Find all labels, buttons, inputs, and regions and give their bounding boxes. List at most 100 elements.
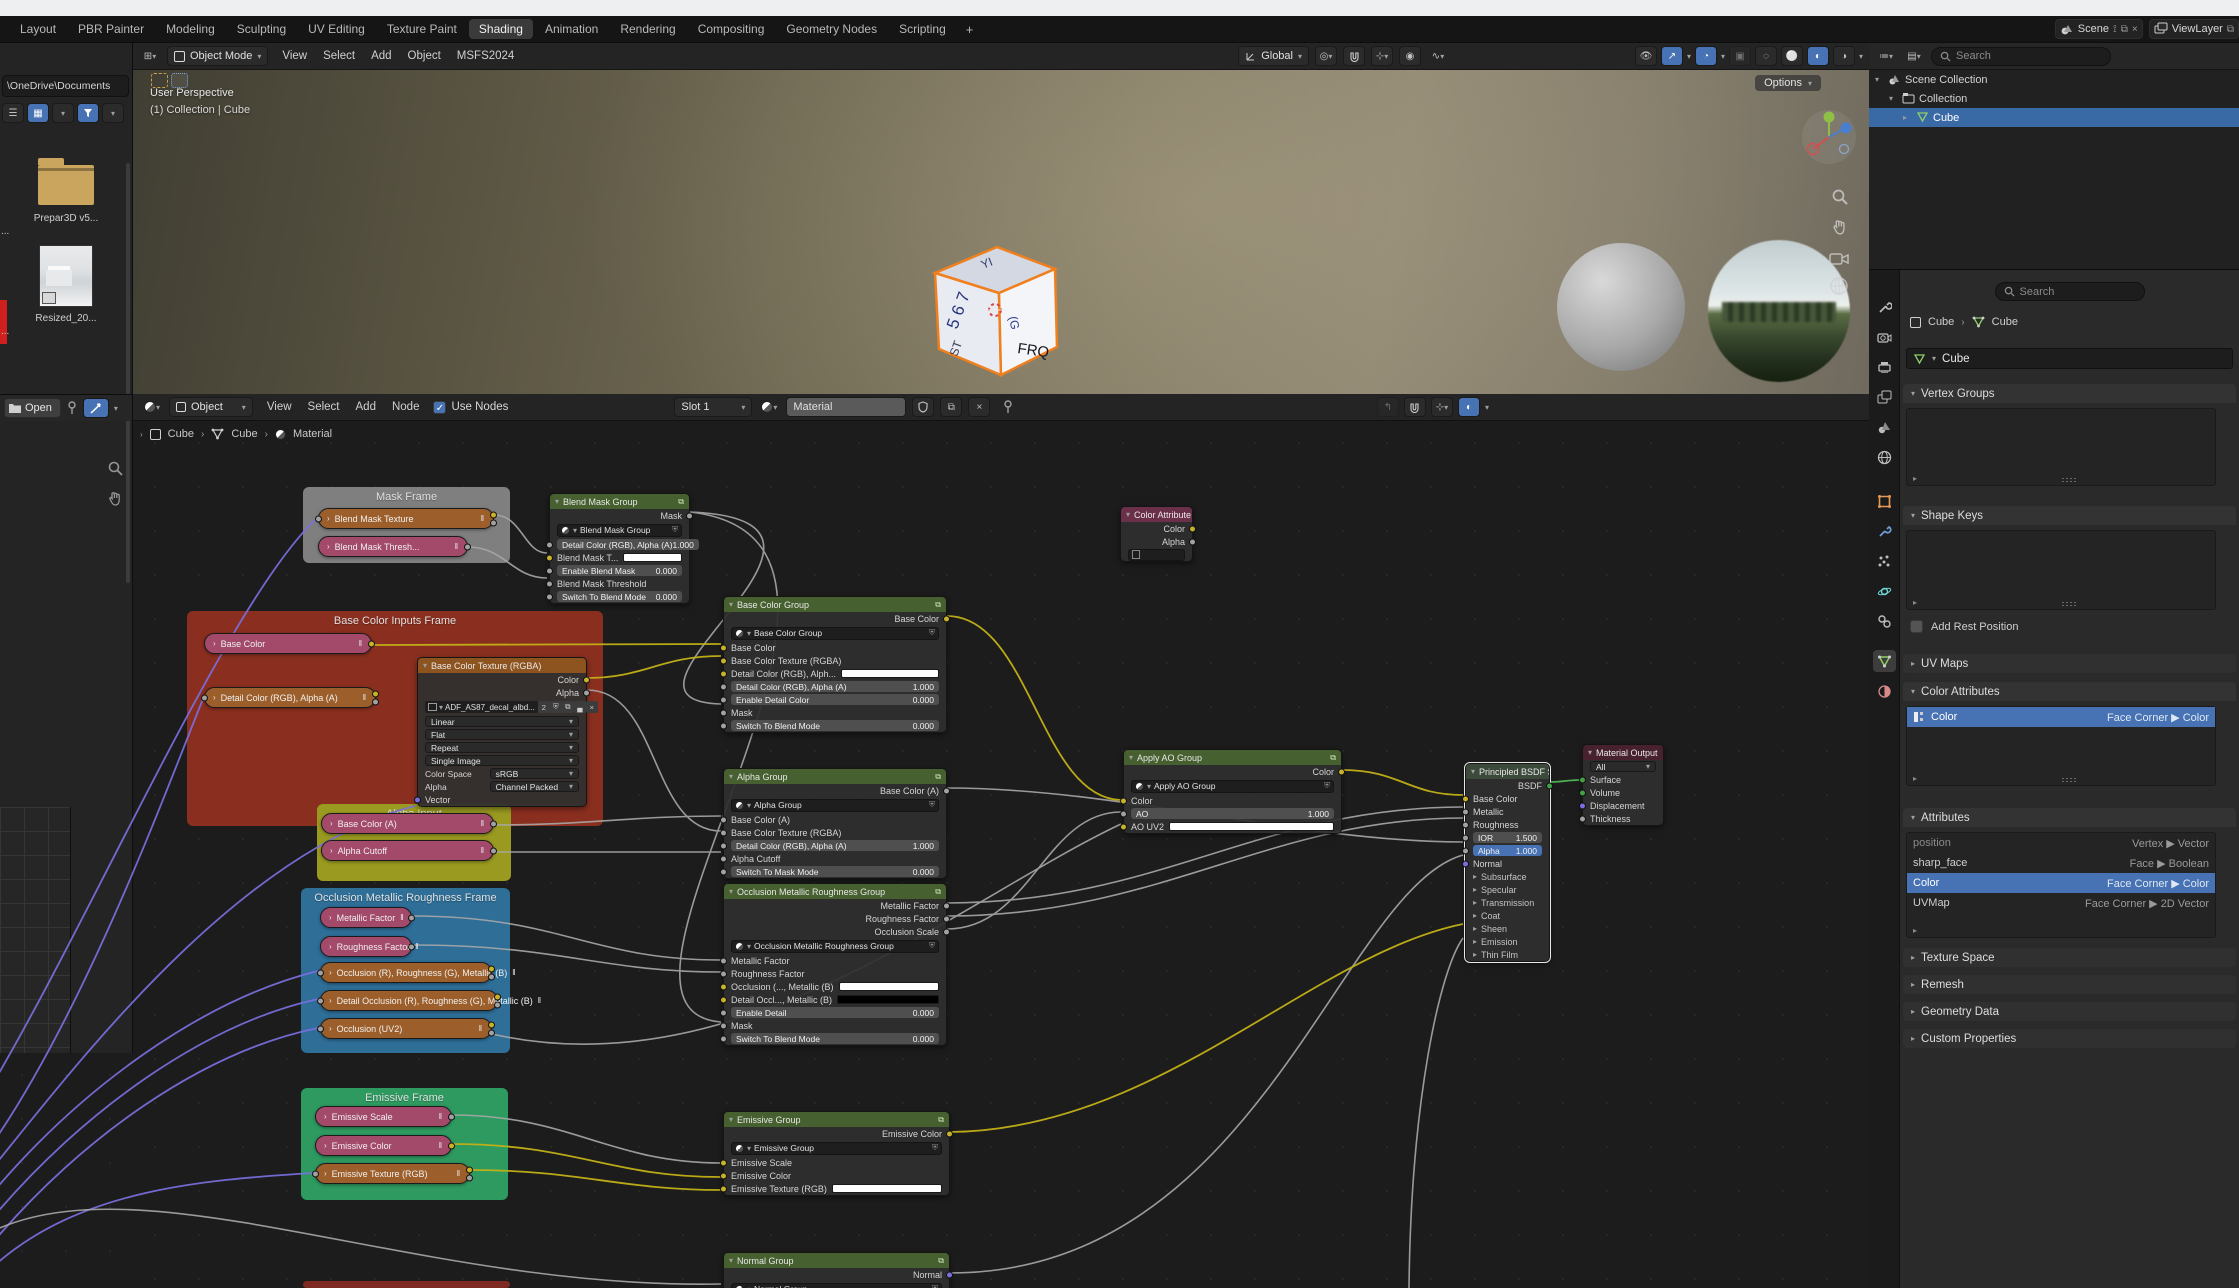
gray-output-socket[interactable] [1189,538,1196,545]
bottom-frame[interactable] [303,1281,510,1288]
pan-hand-icon[interactable] [107,490,124,507]
node-principled-bsdf[interactable]: ▾Principled BSDF Sh...BSDFBase ColorMeta… [1465,763,1550,962]
gray-output-socket[interactable] [488,973,495,980]
viewlayer-selector[interactable]: ViewLayer ⧉ [2149,19,2239,39]
gray-input-socket[interactable] [720,722,727,729]
workspace-tab-animation[interactable]: Animation [535,19,608,39]
row-normal-group[interactable]: ▾Normal Group⛨ [724,1281,949,1288]
viewport-ortho-grid-icon[interactable] [1829,276,1849,296]
mode-dropdown[interactable]: Object Mode▾ [167,46,268,66]
pivot-point-icon[interactable]: ◎▾ [1315,46,1337,66]
properties-tab-viewlayer[interactable] [1873,386,1896,408]
gray-output-socket[interactable] [583,689,590,696]
properties-tab-world[interactable] [1873,446,1896,468]
input-socket[interactable] [201,694,208,701]
dropdown[interactable]: Flat▾ [425,729,579,740]
value-slider[interactable]: Switch To Blend Mode0.000 [731,720,939,731]
gray-input-socket[interactable] [720,709,727,716]
row-emission[interactable]: ▸Emission [1466,935,1549,948]
viewport-menu-msfs2024[interactable]: MSFS2024 [449,50,523,62]
row-occlusion-metallic-b-[interactable]: Occlusion (..., Metallic (B) [724,980,946,993]
gray-output-socket[interactable] [943,787,950,794]
node-base-color-texture[interactable]: ▾Base Color Texture (RGBA)ColorAlpha▾ADF… [417,657,587,807]
color-swatch[interactable] [832,1184,942,1193]
display-mode-dropdown[interactable]: ▾ [52,103,74,123]
input-socket[interactable] [315,515,322,522]
gray-input-socket[interactable] [720,868,727,875]
properties-tab-physics[interactable] [1873,580,1896,602]
node-header[interactable]: ▾Principled BSDF Sh... [1466,764,1549,779]
row-blend-mask-group[interactable]: ▾Blend Mask Group⛨ [550,522,689,538]
row-alpha-group[interactable]: ▾Alpha Group⛨ [724,797,946,813]
node-emissive-color[interactable]: ›Emissive Color‖ [315,1135,452,1156]
attribute-row-UVMap[interactable]: UVMapFace Corner ▶ 2D Vector [1907,893,2215,913]
add-rest-position-checkbox[interactable] [1910,620,1923,633]
gray-input-socket[interactable] [1462,834,1469,841]
color-swatch[interactable] [1169,822,1334,831]
row-ao-uv2[interactable]: AO UV2 [1124,820,1341,833]
snap-target-icon[interactable]: ⊹▾ [1371,46,1393,66]
yellow-output-socket[interactable] [372,690,379,697]
display-thumbnails-icon[interactable]: ▦ [27,103,49,123]
panel-texture-space[interactable]: ▸Texture Space [1903,948,2236,967]
purple-input-socket[interactable] [414,796,421,803]
shader-menu-node[interactable]: Node [384,401,428,413]
input-socket[interactable] [317,969,324,976]
yellow-input-socket[interactable] [1462,795,1469,802]
yellow-output-socket[interactable] [466,1166,473,1173]
expand-arrow-icon[interactable]: ▾ [1889,94,1898,103]
visibility-dropdown-icon[interactable]: 👁 [1635,46,1657,66]
node-blend-mask-threshold[interactable]: ›Blend Mask Thresh...‖ [318,536,468,557]
vertex-groups-list[interactable]: ▸ [1906,408,2216,486]
yellow-input-socket[interactable] [1120,797,1127,804]
node-emissive-group[interactable]: ▾Emissive Group⧉Emissive Color▾Emissive … [723,1111,950,1196]
row-enable-blend-mask[interactable]: Enable Blend Mask0.000 [550,564,689,577]
yellow-output-socket[interactable] [490,511,497,518]
row-repeat[interactable]: Repeat▾ [418,741,586,754]
properties-tab-material[interactable] [1873,680,1896,702]
gray-input-socket[interactable] [1462,847,1469,854]
dropdown[interactable]: All▾ [1590,761,1656,772]
node-roughness-factor[interactable]: ›Roughness Factor‖ [320,936,412,957]
row-apply-ao-group[interactable]: ▾Apply AO Group⛨ [1124,778,1341,794]
shader-type-dropdown[interactable]: Object▾ [169,397,253,417]
properties-tab-modifiers[interactable] [1873,520,1896,542]
value-slider[interactable]: AO1.000 [1131,808,1334,819]
outliner-item-cube[interactable]: ▸Cube [1869,108,2239,127]
node-alpha-group[interactable]: ▾Alpha Group⧉Base Color (A)▾Alpha Group⛨… [723,768,947,879]
pin-icon[interactable] [1002,400,1014,414]
node-base-color-group[interactable]: ▾Base Color Group⧉Base Color▾Base Color … [723,596,947,733]
shading-dropdown[interactable]: ▾ [1859,52,1863,61]
gray-input-socket[interactable] [720,842,727,849]
node-group-selector[interactable]: ▾Apply AO Group⛨ [1131,780,1334,793]
gray-input-socket[interactable] [720,855,727,862]
viewport-menu-add[interactable]: Add [363,50,399,62]
material-browse-icon[interactable]: ▾ [758,397,780,417]
yellow-input-socket[interactable] [720,657,727,664]
value-slider[interactable]: Switch To Mask Mode0.000 [731,866,939,877]
row-linear[interactable]: Linear▾ [418,715,586,728]
show-overlays-toggle[interactable]: ◔ [1695,46,1717,66]
row-base-color-group[interactable]: ▾Base Color Group⛨ [724,625,946,641]
gray-output-socket[interactable] [466,1174,473,1181]
node-header[interactable]: ▾Emissive Group⧉ [724,1112,949,1127]
input-socket[interactable] [317,997,324,1004]
mesh-name-field[interactable]: ▾ Cube [1906,348,2233,369]
shape-keys-list[interactable]: ▸ [1906,530,2216,610]
viewport-camera-icon[interactable] [1829,250,1849,266]
viewport-menu-view[interactable]: View [274,50,315,62]
dropdown[interactable]: Channel Packed▾ [490,781,579,792]
pin-icon[interactable]: ⟟ [2113,24,2117,35]
properties-tab-render[interactable] [1873,326,1896,348]
row-enable-detail[interactable]: Enable Detail0.000 [724,1006,946,1019]
file-item-image[interactable]: Resized_20... [26,245,106,324]
viewport-menu-object[interactable]: Object [400,50,449,62]
yellow-input-socket[interactable] [720,1159,727,1166]
yellow-input-socket[interactable] [546,554,553,561]
node-detail-color[interactable]: ›Detail Color (RGB), Alpha (A)‖ [204,687,376,708]
yellow-output-socket[interactable] [448,1142,455,1149]
gray-input-socket[interactable] [720,957,727,964]
yellow-input-socket[interactable] [720,1185,727,1192]
value-slider[interactable]: Enable Blend Mask0.000 [557,565,682,576]
node-header[interactable]: ▾Alpha Group⧉ [724,769,946,784]
